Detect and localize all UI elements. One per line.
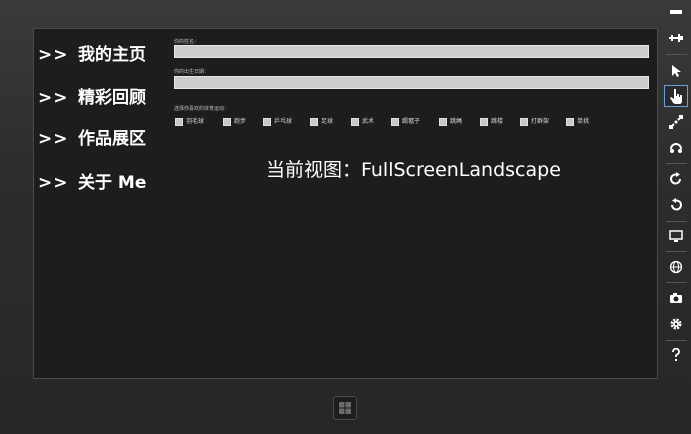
checkbox-label: 乒乓球 <box>274 118 293 125</box>
sport-checkbox[interactable]: 羽毛球 <box>175 116 204 128</box>
rotate-clockwise-button[interactable] <box>664 168 688 190</box>
sports-checkbox-group: 羽毛球 跑步 乒乓球 足球 武术 踢毽子 跳绳 跳楼 打群架 单挑 <box>174 116 654 128</box>
checkbox-label: 足球 <box>321 118 334 125</box>
nav-item-highlights[interactable]: >> 精彩回顾 <box>38 88 146 108</box>
checkbox-box[interactable] <box>223 118 231 126</box>
rotate-counterclockwise-button[interactable] <box>664 194 688 216</box>
pin-button[interactable] <box>664 27 688 49</box>
change-resolution-button[interactable] <box>664 225 688 247</box>
settings-gear-icon <box>670 318 682 330</box>
checkbox-label: 踢毽子 <box>402 118 421 125</box>
sport-checkbox[interactable]: 跳绳 <box>439 116 462 128</box>
screenshot-camera-icon <box>670 293 682 303</box>
help-button[interactable] <box>664 344 688 366</box>
checkbox-box[interactable] <box>391 118 399 126</box>
nav-arrow: >> <box>38 173 69 193</box>
touch-mode-button[interactable] <box>664 85 688 107</box>
nav-arrow: >> <box>38 129 69 149</box>
checkbox-label: 羽毛球 <box>186 118 205 125</box>
checkbox-box[interactable] <box>480 118 488 126</box>
checkbox-box[interactable] <box>263 118 271 126</box>
sport-checkbox[interactable]: 踢毽子 <box>391 116 420 128</box>
nav-arrow: >> <box>38 88 69 108</box>
checkbox-label: 单挑 <box>577 118 590 125</box>
settings-button[interactable] <box>664 313 688 335</box>
simulator-toolbar <box>662 0 691 434</box>
windows-start-button[interactable] <box>333 396 357 420</box>
sport-checkbox[interactable]: 跑步 <box>223 116 246 128</box>
mouse-pointer-icon <box>672 65 681 77</box>
pinch-zoom-icon <box>669 115 683 129</box>
sport-checkbox[interactable]: 跳楼 <box>480 116 503 128</box>
pin-icon <box>669 34 683 42</box>
birthday-label: 你的出生日期： <box>174 69 210 75</box>
touch-hand-icon <box>670 89 682 104</box>
nav-item-label: 作品展区 <box>78 129 146 149</box>
sport-checkbox[interactable]: 武术 <box>351 116 374 128</box>
pinch-zoom-button[interactable] <box>664 111 688 133</box>
sports-label: 选择你喜欢的体育运动： <box>174 106 230 112</box>
minimize-icon <box>670 10 682 14</box>
rotate-clockwise-icon <box>670 172 681 185</box>
rotation-touch-button[interactable] <box>664 136 688 158</box>
checkbox-label: 跳绳 <box>450 118 463 125</box>
nav-item-label: 我的主页 <box>78 45 146 65</box>
checkbox-label: 打群架 <box>531 118 550 125</box>
view-state-text: 当前视图：FullScreenLandscape <box>266 159 561 181</box>
checkbox-box[interactable] <box>439 118 447 126</box>
app-screen: >> 我的主页 >> 精彩回顾 >> 作品展区 >> 关于 Me 你的姓名： 你的出生日… <box>33 28 658 379</box>
sport-checkbox[interactable]: 足球 <box>310 116 333 128</box>
rotate-counterclockwise-icon <box>671 198 682 211</box>
location-globe-icon <box>669 260 683 274</box>
name-input[interactable] <box>174 45 649 58</box>
rotate-touch-icon <box>670 143 682 153</box>
screenshot-button[interactable] <box>664 287 688 309</box>
sport-checkbox[interactable]: 打群架 <box>520 116 549 128</box>
checkbox-label: 跑步 <box>234 118 247 125</box>
nav-item-home[interactable]: >> 我的主页 <box>38 45 146 65</box>
checkbox-box[interactable] <box>175 118 183 126</box>
nav-item-label: 精彩回顾 <box>78 88 146 108</box>
sport-checkbox[interactable]: 单挑 <box>566 116 589 128</box>
checkbox-label: 跳楼 <box>491 118 504 125</box>
help-icon <box>672 348 680 361</box>
sport-checkbox[interactable]: 乒乓球 <box>263 116 292 128</box>
mouse-mode-button[interactable] <box>664 60 688 82</box>
nav-item-about[interactable]: >> 关于 Me <box>38 173 146 193</box>
checkbox-box[interactable] <box>310 118 318 126</box>
checkbox-label: 武术 <box>362 118 375 125</box>
checkbox-box[interactable] <box>566 118 574 126</box>
resolution-monitor-icon <box>669 230 683 242</box>
nav-item-label: 关于 Me <box>78 173 147 193</box>
nav-item-gallery[interactable]: >> 作品展区 <box>38 129 146 149</box>
nav-arrow: >> <box>38 45 69 65</box>
birthday-input[interactable] <box>174 76 649 89</box>
checkbox-box[interactable] <box>351 118 359 126</box>
windows-logo-icon <box>339 402 351 414</box>
checkbox-box[interactable] <box>520 118 528 126</box>
set-location-button[interactable] <box>664 256 688 278</box>
minimize-button[interactable] <box>664 1 688 23</box>
